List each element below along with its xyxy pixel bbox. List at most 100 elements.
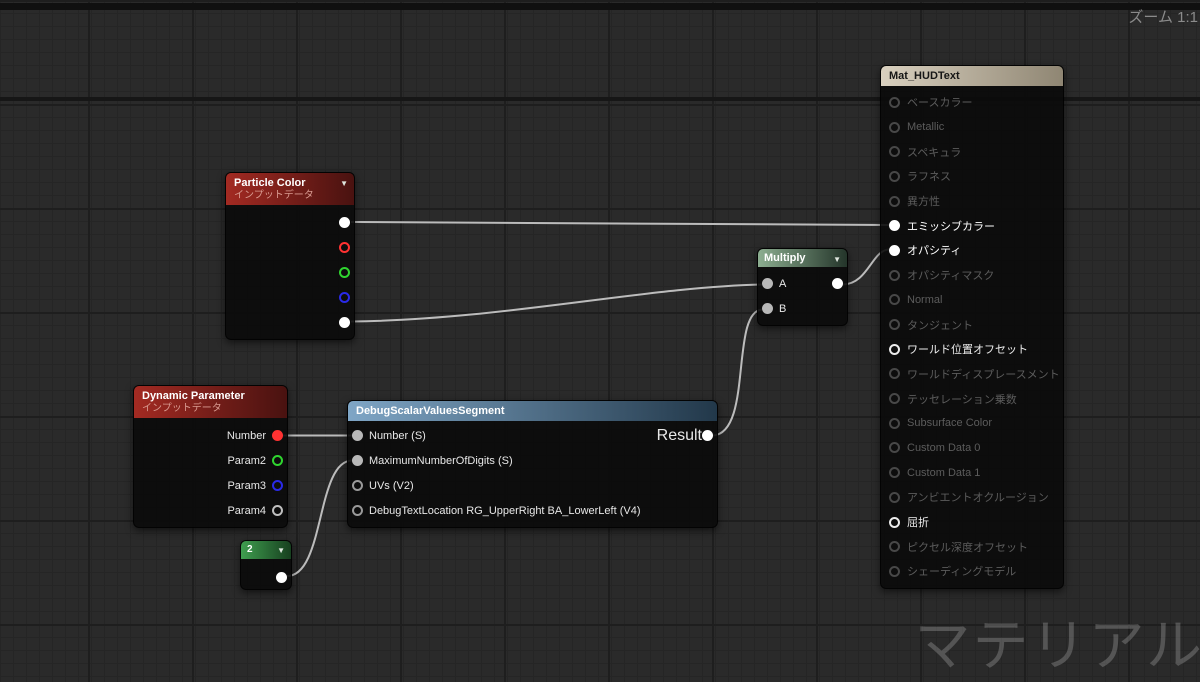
- node-header[interactable]: DebugScalarValuesSegment: [348, 401, 717, 421]
- output-pin-param3[interactable]: [272, 480, 283, 491]
- pin-label: シェーディングモデル: [907, 566, 1017, 579]
- output-pin-param2[interactable]: [272, 455, 283, 466]
- node-debug-scalar-values-segment[interactable]: DebugScalarValuesSegment Number (S) Maxi…: [347, 400, 718, 528]
- material-pin-customdata1[interactable]: Custom Data 1: [881, 460, 1063, 485]
- output-pin-b[interactable]: [339, 292, 350, 303]
- material-pin-tessellationmultiplier[interactable]: テッセレーション乗数: [881, 386, 1063, 411]
- pin-circle: [889, 343, 900, 355]
- node-constant-2[interactable]: 2 ▼: [240, 540, 292, 590]
- node-header[interactable]: Dynamic Parameter インプットデータ: [134, 386, 287, 418]
- pin-circle: [889, 442, 900, 454]
- material-pin-subsurfacecolor[interactable]: Subsurface Color: [881, 411, 1063, 436]
- output-pin-number[interactable]: [272, 430, 283, 441]
- output-row-param3: Param3: [134, 473, 287, 498]
- pin-circle: [889, 146, 900, 158]
- material-pin-worldpositionoffset[interactable]: ワールド位置オフセット: [881, 337, 1063, 362]
- material-pin-refraction[interactable]: 屈折: [881, 510, 1063, 535]
- material-pin-worlddisplacement[interactable]: ワールドディスプレースメント: [881, 362, 1063, 387]
- output-pin-result[interactable]: [702, 430, 713, 441]
- pin-circle: [889, 220, 900, 232]
- node-title: Multiply: [764, 252, 806, 264]
- pin-circle: [889, 516, 900, 528]
- wire-constant-to-maxdigits[interactable]: [286, 459, 353, 577]
- node-multiply[interactable]: Multiply ▼ A B: [757, 248, 848, 326]
- pin-label: Normal: [907, 293, 943, 306]
- output-pin-a[interactable]: [339, 317, 350, 328]
- output-row-result: Result: [657, 423, 713, 448]
- pin-label: オパシティ: [907, 245, 962, 258]
- node-subtitle: インプットデータ: [142, 403, 222, 414]
- pin-label: ピクセル深度オフセット: [907, 541, 1028, 554]
- material-graph-canvas[interactable]: Particle Color ▼ インプットデータ Dynamic Parame…: [0, 0, 1200, 682]
- material-pin-specular[interactable]: スペキュラ: [881, 139, 1063, 164]
- node-header[interactable]: Multiply ▼: [758, 249, 847, 267]
- pin-label: UVs (V2): [369, 479, 414, 492]
- output-pin-param4[interactable]: [272, 505, 283, 516]
- pin-label: タンジェント: [907, 319, 973, 332]
- material-pin-ambientocclusion[interactable]: アンビエントオクルージョン: [881, 485, 1063, 510]
- material-pin-basecolor[interactable]: ベースカラー: [881, 90, 1063, 115]
- output-pin-r[interactable]: [339, 242, 350, 253]
- pin-circle: [889, 565, 900, 577]
- output-pin-g[interactable]: [339, 267, 350, 278]
- input-pin-a[interactable]: [762, 278, 773, 289]
- pin-label: スペキュラ: [907, 146, 962, 159]
- node-dynamic-parameter[interactable]: Dynamic Parameter インプットデータ Number Param2…: [133, 385, 288, 528]
- pin-circle: [889, 491, 900, 503]
- input-pin-b[interactable]: [762, 303, 773, 314]
- node-title: DebugScalarValuesSegment: [356, 405, 505, 417]
- input-pin-uvs[interactable]: [352, 480, 363, 491]
- pin-circle: [889, 294, 900, 306]
- input-pin-debugtextlocation[interactable]: [352, 505, 363, 516]
- material-pin-metallic[interactable]: Metallic: [881, 115, 1063, 140]
- pin-circle: [889, 121, 900, 133]
- node-title: 2: [247, 544, 253, 555]
- output-pin-value[interactable]: [276, 572, 287, 583]
- pin-circle: [889, 96, 900, 108]
- output-row-param2: Param2: [134, 448, 287, 473]
- output-row-b: [226, 285, 354, 310]
- chevron-down-icon[interactable]: ▼: [340, 177, 348, 191]
- node-particle-color[interactable]: Particle Color ▼ インプットデータ: [225, 172, 355, 340]
- material-pin-pixeldepthoffset[interactable]: ピクセル深度オフセット: [881, 534, 1063, 559]
- pin-label: ベースカラー: [907, 97, 973, 110]
- node-header[interactable]: 2 ▼: [241, 541, 291, 559]
- wire-particlecolor-to-emissive[interactable]: [350, 221, 890, 227]
- node-title: Particle Color: [234, 177, 306, 189]
- wire-result-to-multiply-b[interactable]: [712, 308, 763, 437]
- pin-label: オパシティマスク: [907, 270, 995, 283]
- material-pin-anisotropy[interactable]: 異方性: [881, 189, 1063, 214]
- pin-label: Param2: [227, 454, 266, 467]
- input-pin-maxdigits[interactable]: [352, 455, 363, 466]
- pin-label: Param4: [227, 504, 266, 517]
- chevron-down-icon[interactable]: ▼: [833, 253, 841, 267]
- pin-label: Subsurface Color: [907, 417, 992, 430]
- wire-particlecolor-a-to-multiply-a[interactable]: [350, 283, 763, 323]
- material-pin-normal[interactable]: Normal: [881, 288, 1063, 313]
- pin-circle: [889, 368, 900, 380]
- node-header[interactable]: Particle Color ▼ インプットデータ: [226, 173, 354, 205]
- output-row-r: [226, 235, 354, 260]
- material-pin-customdata0[interactable]: Custom Data 0: [881, 436, 1063, 461]
- input-pin-number[interactable]: [352, 430, 363, 441]
- pin-circle: [889, 319, 900, 331]
- output-pin-result[interactable]: [832, 278, 843, 289]
- material-pin-roughness[interactable]: ラフネス: [881, 164, 1063, 189]
- output-pin-rgb[interactable]: [339, 217, 350, 228]
- node-subtitle: インプットデータ: [234, 190, 314, 201]
- chevron-down-icon[interactable]: ▼: [277, 544, 285, 558]
- pin-label: Result: [656, 426, 702, 444]
- material-pin-shadingmodel[interactable]: シェーディングモデル: [881, 559, 1063, 584]
- output-row-param4: Param4: [134, 498, 287, 523]
- material-pin-opacity[interactable]: オパシティ: [881, 238, 1063, 263]
- pin-label: 屈折: [907, 517, 929, 530]
- material-pin-tangent[interactable]: タンジェント: [881, 312, 1063, 337]
- pin-label: Custom Data 0: [907, 441, 981, 454]
- pin-label: ワールド位置オフセット: [907, 344, 1028, 357]
- node-header[interactable]: Mat_HUDText: [881, 66, 1063, 86]
- material-pin-emissive[interactable]: エミッシブカラー: [881, 213, 1063, 238]
- pin-label: Number (S): [369, 429, 426, 442]
- material-pin-opacitymask[interactable]: オパシティマスク: [881, 263, 1063, 288]
- input-row-debugtextlocation: DebugTextLocation RG_UpperRight BA_Lower…: [348, 498, 717, 523]
- node-mat-hudtext[interactable]: Mat_HUDText ベースカラー Metallic スペキュラ ラフネス 異…: [880, 65, 1064, 589]
